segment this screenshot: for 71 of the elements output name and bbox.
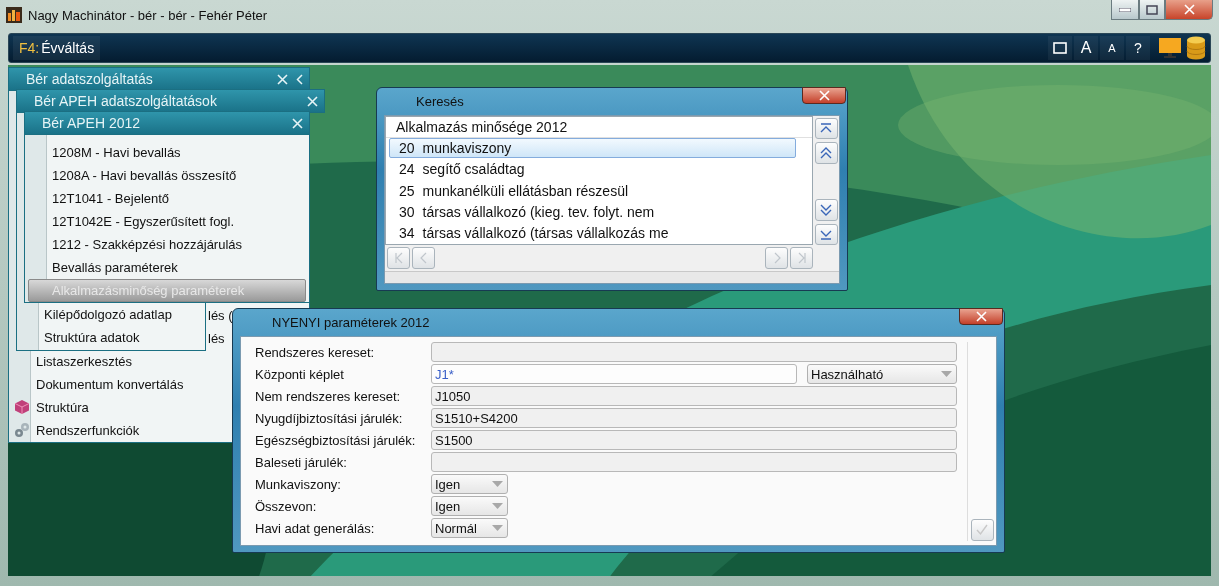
- field-label: Rendszeres kereset:: [255, 343, 376, 362]
- menu-item[interactable]: 1212 - Szakképzési hozzájárulás: [25, 233, 309, 256]
- input-field[interactable]: [431, 452, 957, 472]
- maximize-icon: [1146, 4, 1158, 15]
- caret-icon: [941, 371, 952, 377]
- list-row[interactable]: 24 segítő családtag: [389, 159, 796, 180]
- list-row[interactable]: 34 társas vállalkozó (társas vállalkozás me: [389, 222, 796, 244]
- database-icon[interactable]: [1186, 36, 1206, 60]
- cube-icon: [14, 399, 30, 415]
- input-field[interactable]: S1500: [431, 430, 957, 450]
- menu-item[interactable]: Bevallás paraméterek: [25, 256, 309, 279]
- smaller-font-button[interactable]: A: [1100, 36, 1124, 60]
- field-label: Összevon:: [255, 497, 318, 516]
- monitor-icon[interactable]: [1158, 37, 1182, 59]
- window-title: Nagy Machinátor - bér - bér - Fehér Péter: [28, 7, 269, 23]
- larger-font-button[interactable]: A: [1074, 36, 1098, 60]
- double-chevron-down-icon: [819, 202, 833, 217]
- double-chevron-up-icon: [819, 146, 833, 161]
- gears-icon: [14, 422, 30, 438]
- list-row[interactable]: 30 társas vállalkozó (kieg. tev. folyt. nem: [389, 201, 796, 222]
- list-row[interactable]: 25 munkanélküli ellátásban részesül: [389, 180, 796, 201]
- scroll-bottom-button[interactable]: [814, 223, 838, 245]
- caret-icon: [492, 525, 503, 531]
- close-icon[interactable]: [277, 73, 288, 85]
- collapse-icon[interactable]: [296, 73, 303, 85]
- help-button[interactable]: ?: [1126, 36, 1150, 60]
- dropdown[interactable]: Igen: [431, 474, 508, 494]
- menu-item[interactable]: 1208M - Havi bevallás: [25, 141, 309, 164]
- page-down-button[interactable]: [814, 199, 838, 221]
- dialog-title: NYENYI paraméterek 2012: [272, 315, 430, 330]
- window-button[interactable]: [1048, 36, 1072, 60]
- field-label: Munkaviszony:: [255, 475, 342, 494]
- input-field[interactable]: J1050: [431, 386, 957, 406]
- close-button[interactable]: [802, 87, 846, 104]
- menu-title: Bér adatszolgáltatás: [26, 71, 154, 87]
- year-change-button[interactable]: F4:Évváltás: [13, 36, 101, 60]
- field-label: Baleseti járulék:: [255, 453, 348, 472]
- maximize-button[interactable]: [1139, 0, 1165, 20]
- dialog-title: Keresés: [416, 94, 464, 109]
- close-icon[interactable]: [307, 95, 318, 107]
- app-icon: [6, 7, 22, 23]
- menu-item[interactable]: Struktúra adatok: [17, 326, 205, 349]
- input-field[interactable]: J1*: [431, 364, 797, 384]
- first-page-icon: [392, 252, 405, 264]
- dropdown[interactable]: Igen: [431, 496, 508, 516]
- field-label: Egészségbiztosítási járulék:: [255, 431, 417, 450]
- menu-item[interactable]: 12T1041 - Bejelentő: [25, 187, 309, 210]
- dropdown[interactable]: Használható: [807, 364, 957, 384]
- caret-icon: [492, 503, 503, 509]
- close-button[interactable]: [959, 308, 1003, 325]
- caret-icon: [492, 481, 503, 487]
- field-label: Nyugdíjbiztosítási járulék:: [255, 409, 404, 428]
- field-label: Havi adat generálás:: [255, 519, 376, 538]
- input-field[interactable]: [431, 342, 957, 362]
- dropdown[interactable]: Normál: [431, 518, 508, 538]
- menu-item[interactable]: 12T1042E - Egyszerűsített fogl.: [25, 210, 309, 233]
- input-field[interactable]: S1510+S4200: [431, 408, 957, 428]
- list-row[interactable]: 20 munkaviszony: [389, 138, 796, 159]
- field-label: Nem rendszeres kereset:: [255, 387, 402, 406]
- scroll-top-button[interactable]: [814, 118, 838, 140]
- menu-title: Bér APEH adatszolgáltatások: [34, 93, 218, 109]
- menu-title: Bér APEH 2012: [42, 115, 142, 131]
- close-icon[interactable]: [292, 117, 303, 129]
- field-label: Központi képlet: [255, 365, 345, 384]
- checkmark-icon: [976, 524, 988, 536]
- minimize-button[interactable]: [1111, 0, 1139, 20]
- minimize-icon: [1119, 7, 1131, 12]
- window-icon: [1053, 42, 1067, 54]
- menu-item[interactable]: 1208A - Havi bevallás összesítő: [25, 164, 309, 187]
- page-up-button[interactable]: [814, 142, 838, 164]
- menu-item[interactable]: Kilépődolgozó adatlap: [17, 303, 205, 326]
